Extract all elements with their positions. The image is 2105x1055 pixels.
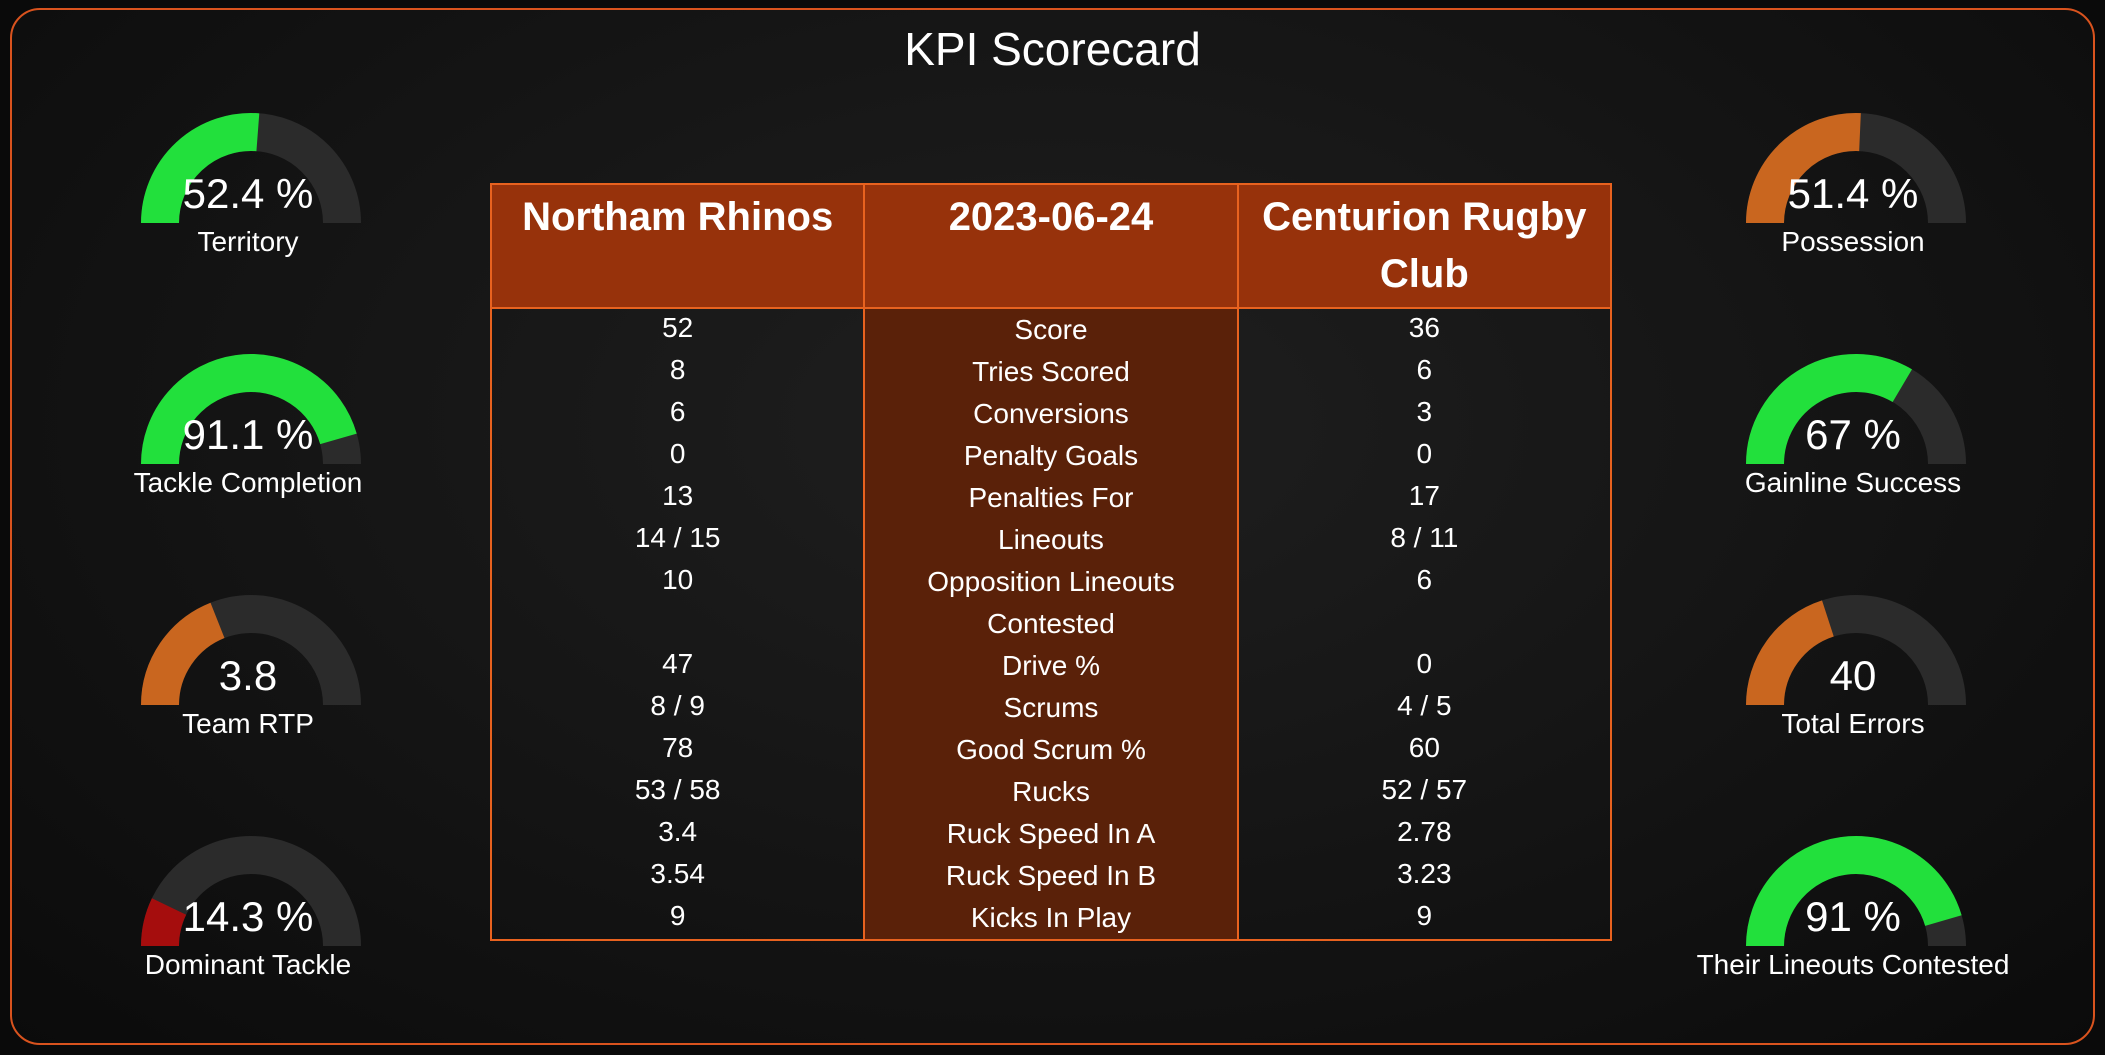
kpi-table: Northam Rhinos 2023-06-24 Centurion Rugb… [489, 183, 1613, 941]
gauge-label: Team RTP [182, 708, 314, 739]
table-body-row: 52 8 6 0 13 14 / 15 10 47 8 / 9 78 53 / 58 3.4 3.54 9… [489, 308, 1613, 941]
home-value: 52 [662, 312, 694, 343]
home-value: 3.54 [650, 858, 705, 889]
stat-name: Scrums [1003, 692, 1099, 723]
away-value [1239, 603, 1610, 645]
home-value: 13 [662, 480, 694, 511]
stat-name: Conversions [973, 398, 1129, 429]
stat-name: Lineouts [998, 524, 1104, 555]
home-team-header: Northam Rhinos [489, 183, 866, 309]
page-title: KPI Scorecard [904, 23, 1201, 75]
gauge-label: Territory [197, 226, 299, 257]
stat-name: Rucks [1012, 776, 1090, 807]
home-value: 6 [669, 396, 686, 427]
gauge-value: 40 [1829, 652, 1877, 699]
stat-name: Opposition Lineouts [927, 566, 1175, 597]
away-value: 3.23 [1397, 858, 1452, 889]
gauge-value: 3.8 [218, 652, 278, 699]
gauge-territory: 52.4 % Territory [98, 103, 398, 303]
home-value: 3.4 [658, 816, 698, 847]
gauge-value: 52.4 % [182, 170, 314, 217]
home-value: 10 [662, 564, 694, 595]
gauge-value: 91 % [1805, 893, 1901, 940]
away-value: 0 [1416, 648, 1433, 679]
gauge-their-lineouts-contested: 91 % Their Lineouts Contested [1697, 826, 2009, 1026]
away-value: 6 [1416, 354, 1433, 385]
home-value: 0 [669, 438, 686, 469]
gauge-value: 91.1 % [182, 411, 314, 458]
away-value: 9 [1416, 900, 1433, 931]
stat-names-column: Score Tries Scored Conversions Penalty Goal… [863, 308, 1239, 941]
home-value: 9 [669, 900, 686, 931]
stat-name: Ruck Speed In A [946, 818, 1156, 849]
match-date-header: 2023-06-24 [863, 183, 1239, 309]
home-value: 78 [662, 732, 694, 763]
gauge-value: 67 % [1805, 411, 1901, 458]
away-value: 6 [1416, 564, 1433, 595]
stat-name: Tries Scored [972, 356, 1130, 387]
away-value: 4 / 5 [1397, 690, 1452, 721]
stat-name: Penalty Goals [963, 440, 1139, 471]
stat-name: Contested [987, 608, 1115, 639]
away-value: 52 / 57 [1381, 774, 1468, 805]
away-value: 36 [1408, 312, 1440, 343]
home-value: 53 / 58 [634, 774, 721, 805]
home-value: 8 [669, 354, 686, 385]
home-value [492, 603, 863, 645]
away-value: 3 [1416, 396, 1433, 427]
home-value: 47 [662, 648, 694, 679]
away-team-header: Centurion Rugby Club [1236, 183, 1613, 309]
gauge-value: 51.4 % [1787, 170, 1919, 217]
gauge-value: 14.3 % [182, 893, 314, 940]
gauge-team-rtp: 3.8 Team RTP [98, 585, 398, 785]
gauge-total-errors: 40 Total Errors [1703, 585, 2003, 785]
stat-name: Drive % [1001, 650, 1100, 681]
gauge-tackle-completion: 91.1 % Tackle Completion [98, 344, 398, 544]
away-value: 2.78 [1397, 816, 1452, 847]
away-value: 0 [1416, 438, 1433, 469]
gauge-gainline-success: 67 % Gainline Success [1703, 344, 2003, 544]
home-values-column: 52 8 6 0 13 14 / 15 10 47 8 / 9 78 53 / 58 3.4 3.54 9 [489, 308, 866, 941]
table-header-row: Northam Rhinos 2023-06-24 Centurion Rugb… [489, 183, 1613, 309]
away-value: 60 [1408, 732, 1440, 763]
away-value: 17 [1408, 480, 1440, 511]
away-value: 8 / 11 [1390, 522, 1459, 553]
stat-name: Ruck Speed In B [945, 860, 1157, 891]
gauge-possession: 51.4 % Possession [1703, 103, 2003, 303]
gauge-label: Gainline Success [1744, 467, 1962, 498]
stat-name: Score [1014, 314, 1088, 345]
gauge-dominant-tackle: 14.3 % Dominant Tackle [98, 826, 398, 1026]
stat-name: Kicks In Play [970, 902, 1132, 933]
away-values-column: 36 6 3 0 17 8 / 11 6 0 4 / 5 60 52 / 57 2.78 3.23 9 [1236, 308, 1613, 941]
gauge-label: Total Errors [1781, 708, 1925, 739]
gauge-label: Possession [1781, 226, 1925, 257]
stat-name: Penalties For [968, 482, 1134, 513]
home-value: 14 / 15 [634, 522, 721, 553]
stat-name: Good Scrum % [956, 734, 1146, 765]
home-value: 8 / 9 [650, 690, 705, 721]
gauge-label: Tackle Completion [133, 467, 363, 498]
gauge-label: Dominant Tackle [144, 949, 352, 980]
gauge-label: Their Lineouts Contested [1696, 949, 2010, 980]
